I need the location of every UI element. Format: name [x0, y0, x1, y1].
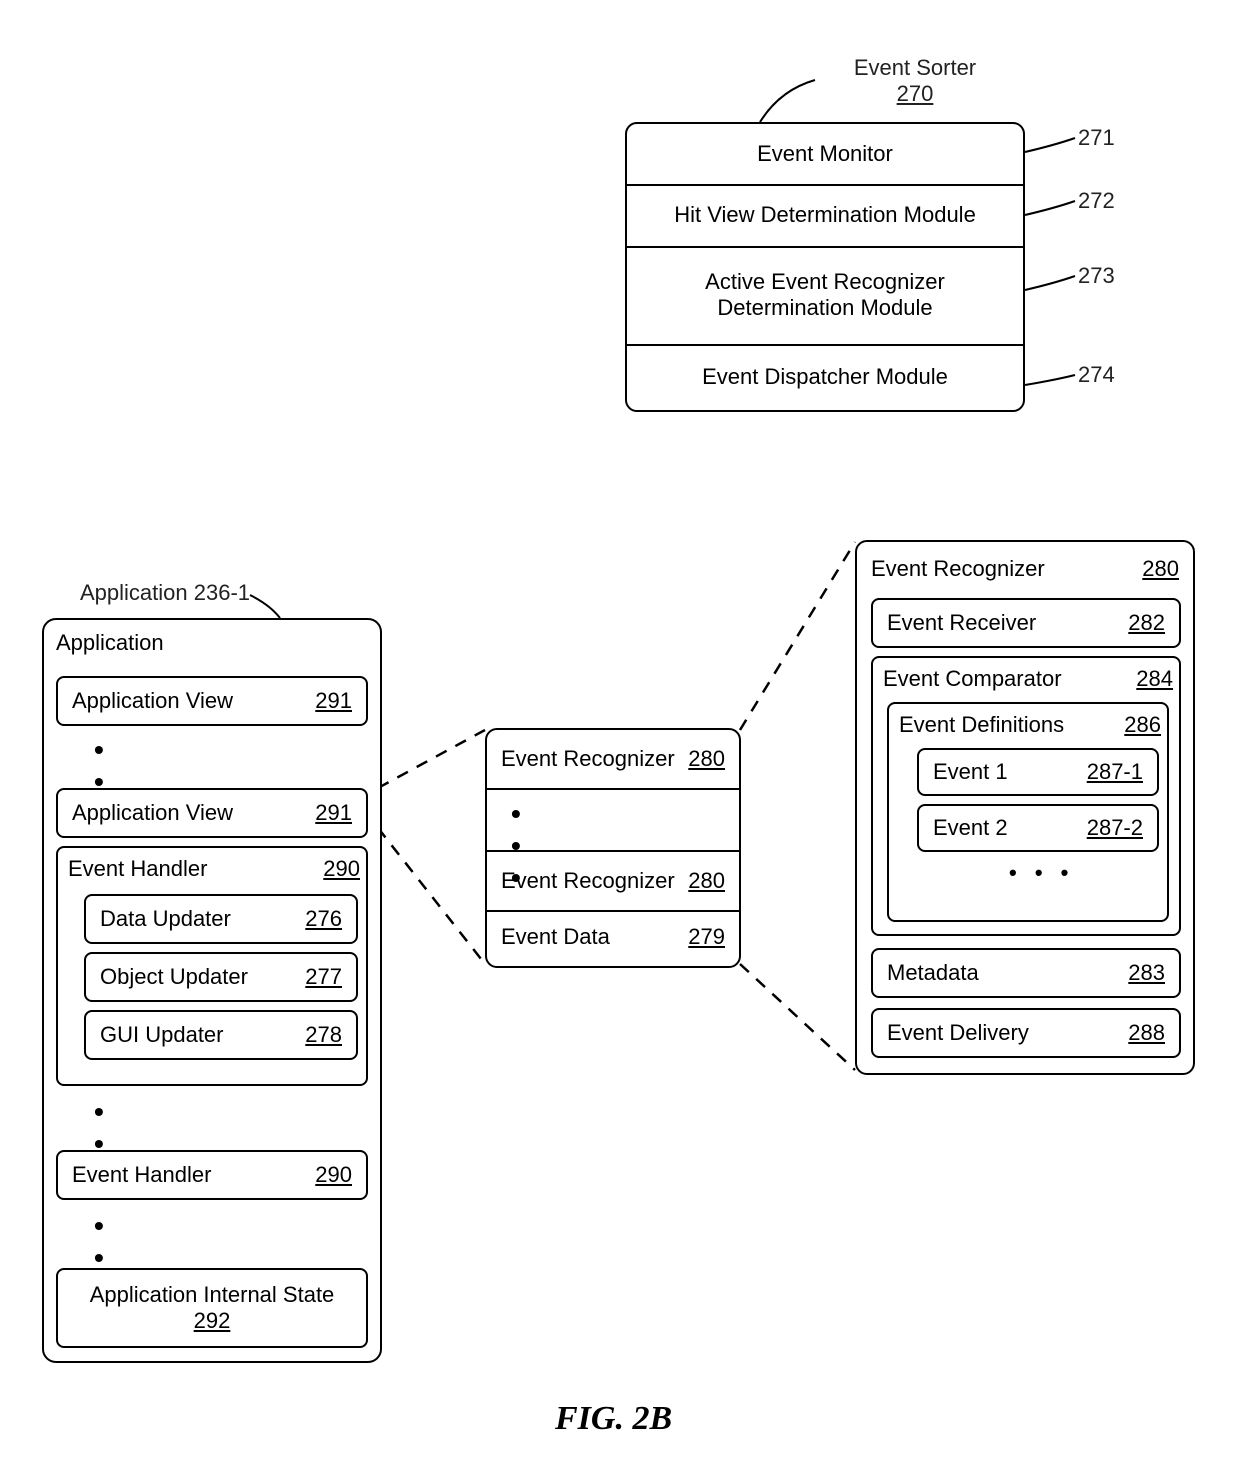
rec-detail-title-num: 280 [1142, 556, 1179, 582]
diagram-canvas: Event Sorter 270 Event Monitor Hit View … [0, 0, 1240, 1468]
event-comparator-num: 284 [1136, 666, 1173, 692]
event-comparator-label: Event Comparator [883, 666, 1062, 692]
event-handler-2-num: 290 [315, 1162, 352, 1188]
event-handler-1-box: Event Handler 290 Data Updater 276 Objec… [56, 846, 368, 1086]
rec-detail-title-row: Event Recognizer 280 [857, 542, 1193, 596]
event-definitions-num: 286 [1124, 712, 1161, 738]
metadata-num: 283 [1128, 960, 1165, 986]
event-delivery-label: Event Delivery [887, 1020, 1029, 1046]
middle-rec-2-label: Event Recognizer [501, 868, 675, 894]
rec-detail-title-label: Event Recognizer [871, 556, 1045, 582]
data-updater-box: Data Updater 276 [84, 894, 358, 944]
middle-rec-2-num: 280 [688, 868, 725, 894]
gui-updater-num: 278 [305, 1022, 342, 1048]
recognizer-detail-box: Event Recognizer 280 Event Receiver 282 … [855, 540, 1195, 1075]
middle-box: Event Recognizer 280 ••• Event Recognize… [485, 728, 741, 968]
event-receiver-label: Event Receiver [887, 610, 1036, 636]
object-updater-box: Object Updater 277 [84, 952, 358, 1002]
event-delivery-num: 288 [1128, 1020, 1165, 1046]
app-view-2-label: Application View [72, 800, 233, 826]
num-272: 272 [1078, 188, 1115, 214]
event-2-label: Event 2 [933, 815, 1008, 841]
event-2-num: 287-2 [1087, 815, 1143, 841]
event-delivery-box: Event Delivery 288 [871, 1008, 1181, 1058]
middle-event-data-num: 279 [688, 924, 725, 950]
application-title-text: Application [42, 618, 382, 668]
middle-rec-1: Event Recognizer 280 [487, 730, 739, 790]
event-1-label: Event 1 [933, 759, 1008, 785]
app-view-2-num: 291 [315, 800, 352, 826]
gui-updater-box: GUI Updater 278 [84, 1010, 358, 1060]
event-1-num: 287-1 [1087, 759, 1143, 785]
application-box: Application Application View 291 ••• App… [42, 618, 382, 1363]
num-273: 273 [1078, 263, 1115, 289]
app-view-2: Application View 291 [56, 788, 368, 838]
data-updater-label: Data Updater [100, 906, 231, 932]
dots-events: • • • [1009, 860, 1074, 886]
app-view-1: Application View 291 [56, 676, 368, 726]
app-view-1-num: 291 [315, 688, 352, 714]
event-handler-2-label: Event Handler [72, 1162, 211, 1188]
app-internal-state-label: Application Internal State [90, 1282, 335, 1308]
metadata-label: Metadata [887, 960, 979, 986]
object-updater-num: 277 [305, 964, 342, 990]
app-view-1-label: Application View [72, 688, 233, 714]
num-271: 271 [1078, 125, 1115, 151]
middle-rec-1-num: 280 [688, 746, 725, 772]
event-comparator-box: Event Comparator 284 Event Definitions 2… [871, 656, 1181, 936]
metadata-box: Metadata 283 [871, 948, 1181, 998]
application-title-row: Application [42, 618, 382, 672]
event-definitions-label: Event Definitions [899, 712, 1064, 738]
middle-rec-1-label: Event Recognizer [501, 746, 675, 772]
object-updater-label: Object Updater [100, 964, 248, 990]
gui-updater-label: GUI Updater [100, 1022, 224, 1048]
event-receiver-box: Event Receiver 282 [871, 598, 1181, 648]
figure-caption: FIG. 2B [555, 1400, 672, 1438]
event-2-box: Event 2 287-2 [917, 804, 1159, 852]
app-internal-state-num: 292 [194, 1308, 231, 1334]
event-definitions-box: Event Definitions 286 Event 1 287-1 Even… [887, 702, 1169, 922]
num-274: 274 [1078, 362, 1115, 388]
app-internal-state-box: Application Internal State 292 [56, 1268, 368, 1348]
event-handler-1-num: 290 [323, 856, 360, 882]
event-handler-2-box: Event Handler 290 [56, 1150, 368, 1200]
event-1-box: Event 1 287-1 [917, 748, 1159, 796]
event-handler-1-label: Event Handler [68, 856, 207, 882]
event-receiver-num: 282 [1128, 610, 1165, 636]
middle-rec-2: Event Recognizer 280 [487, 850, 739, 912]
middle-event-data-label: Event Data [501, 924, 610, 950]
middle-event-data: Event Data 279 [487, 908, 739, 966]
application-header-label: Application 236-1 [80, 580, 250, 606]
data-updater-num: 276 [305, 906, 342, 932]
